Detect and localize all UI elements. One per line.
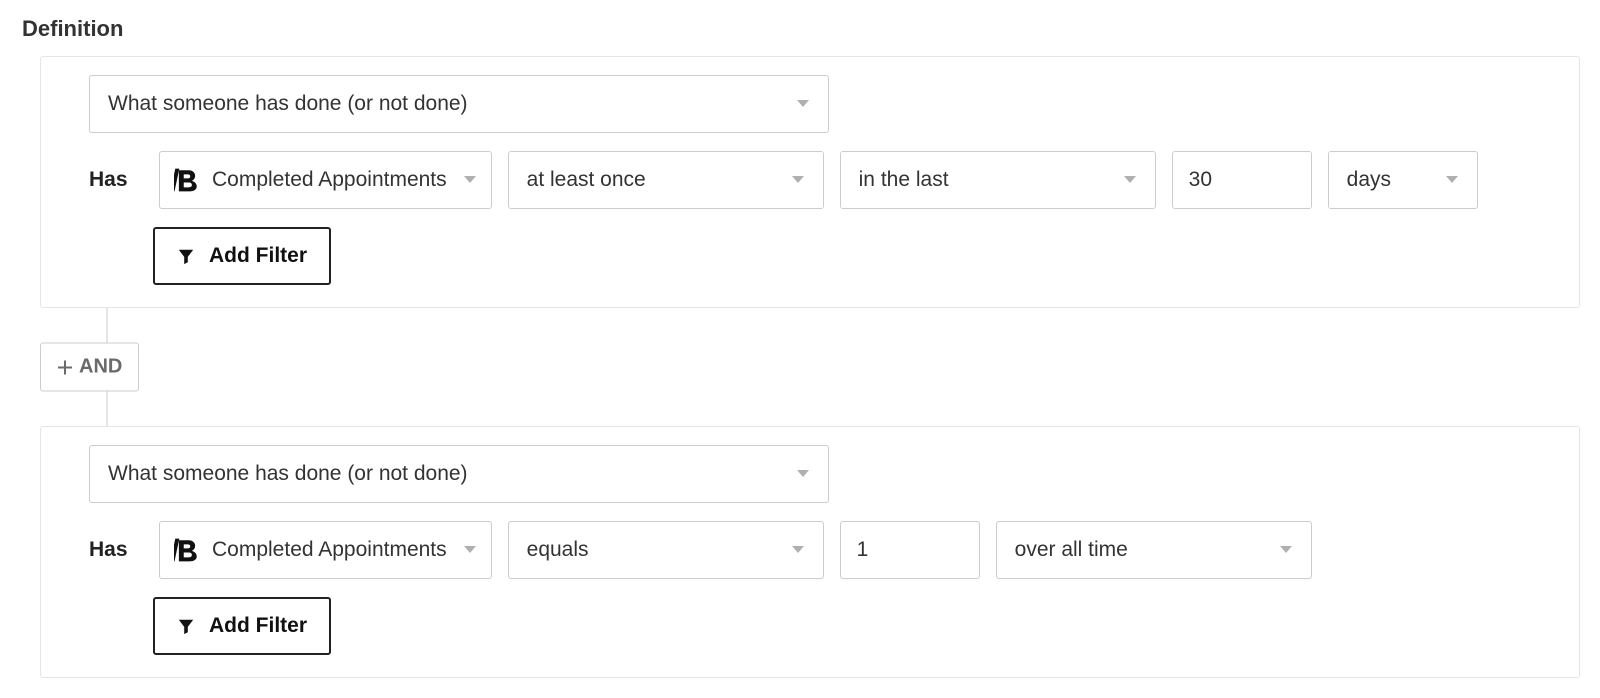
connector-gap: AND	[40, 308, 1580, 426]
metric-select[interactable]: Completed Appointments	[159, 151, 492, 209]
unit-label: days	[1347, 168, 1391, 192]
range-select[interactable]: over all time	[996, 521, 1312, 579]
range-label: in the last	[859, 168, 949, 192]
trigger-type-label: What someone has done (or not done)	[108, 462, 468, 486]
frequency-label: equals	[527, 538, 589, 562]
chevron-down-icon	[775, 175, 805, 185]
frequency-select[interactable]: equals	[508, 521, 824, 579]
chevron-down-icon	[780, 99, 810, 109]
chevron-down-icon	[459, 175, 477, 185]
and-label: AND	[79, 356, 122, 379]
trigger-type-select[interactable]: What someone has done (or not done)	[89, 445, 829, 503]
frequency-label: at least once	[527, 168, 646, 192]
add-filter-label: Add Filter	[209, 244, 307, 268]
number-input[interactable]: 30	[1172, 151, 1312, 209]
section-title: Definition	[22, 16, 1580, 42]
has-label: Has	[89, 538, 137, 562]
chevron-down-icon	[1107, 175, 1137, 185]
frequency-select[interactable]: at least once	[508, 151, 824, 209]
has-label: Has	[89, 168, 137, 192]
chevron-down-icon	[780, 469, 810, 479]
number-value: 1	[857, 538, 869, 562]
filter-icon	[177, 247, 195, 265]
metric-label: Completed Appointments	[212, 538, 447, 562]
add-filter-button[interactable]: Add Filter	[153, 227, 331, 285]
brand-icon	[174, 537, 200, 563]
rule-card: What someone has done (or not done) Has …	[40, 56, 1580, 308]
trigger-type-select[interactable]: What someone has done (or not done)	[89, 75, 829, 133]
filter-icon	[177, 617, 195, 635]
metric-label: Completed Appointments	[212, 168, 447, 192]
plus-icon	[57, 359, 73, 375]
number-input[interactable]: 1	[840, 521, 980, 579]
metric-select[interactable]: Completed Appointments	[159, 521, 492, 579]
chevron-down-icon	[1429, 175, 1459, 185]
range-label: over all time	[1015, 538, 1128, 562]
unit-select[interactable]: days	[1328, 151, 1478, 209]
trigger-type-label: What someone has done (or not done)	[108, 92, 468, 116]
brand-icon	[174, 167, 200, 193]
range-select[interactable]: in the last	[840, 151, 1156, 209]
chevron-down-icon	[1263, 545, 1293, 555]
number-value: 30	[1189, 168, 1212, 192]
chevron-down-icon	[775, 545, 805, 555]
rule-card: What someone has done (or not done) Has …	[40, 426, 1580, 678]
add-filter-button[interactable]: Add Filter	[153, 597, 331, 655]
chevron-down-icon	[459, 545, 477, 555]
and-operator-button[interactable]: AND	[40, 343, 139, 392]
add-filter-label: Add Filter	[209, 614, 307, 638]
